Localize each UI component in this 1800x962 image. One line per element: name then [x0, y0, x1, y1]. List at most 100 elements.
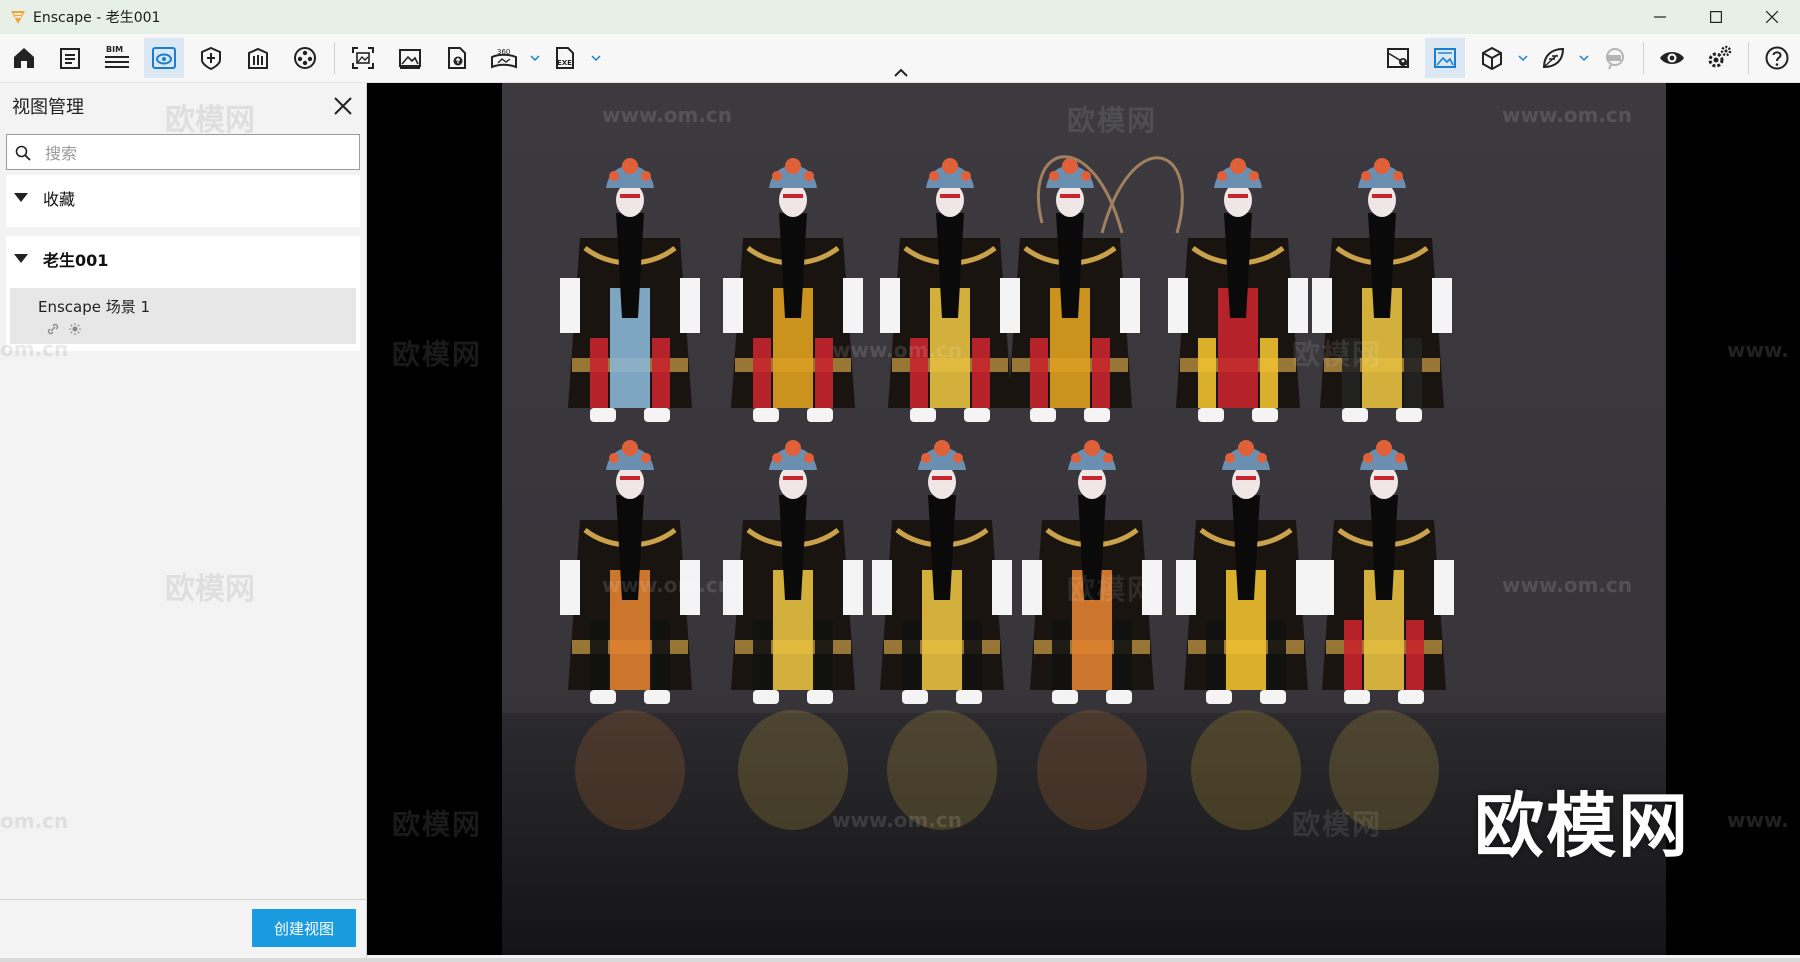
image-icon	[399, 49, 421, 69]
watermark-brand: 欧模网	[1292, 808, 1383, 841]
home-button[interactable]	[4, 38, 44, 78]
large-watermark-brand: 欧模网	[1474, 785, 1690, 867]
views-group-label: 老生001	[43, 251, 109, 270]
collapse-toolbar-chevron-icon[interactable]	[893, 68, 909, 78]
watermark-url: www.	[1727, 808, 1789, 832]
window-controls	[1632, 0, 1800, 34]
help-question-icon	[1765, 46, 1789, 70]
eye-icon	[1660, 52, 1684, 64]
minimize-icon	[1654, 16, 1666, 18]
web-standalone-button[interactable]	[437, 38, 477, 78]
opera-figure	[560, 440, 700, 830]
opera-figure	[723, 158, 863, 422]
close-panel-icon[interactable]	[332, 95, 354, 117]
views-group-section: 老生001 Enscape 场景 1	[6, 236, 360, 351]
view-manager-panel: 视图管理 收藏 老生001 Enscape 场景 1 欧模网 欧模网 om.cn…	[0, 83, 367, 958]
panel-watermark: om.cn	[0, 337, 69, 361]
search-icon	[15, 145, 31, 161]
view-management-button[interactable]	[144, 38, 184, 78]
title-bar: Enscape - 老生001	[0, 0, 1800, 34]
screenshot-button[interactable]	[343, 38, 383, 78]
vr-headset-button[interactable]	[1594, 38, 1634, 78]
video-editor-button[interactable]	[285, 38, 325, 78]
search-input[interactable]	[43, 138, 347, 168]
panorama-button[interactable]: 360	[484, 38, 524, 78]
panel-watermark: om.cn	[0, 809, 69, 833]
panel-title: 视图管理	[12, 97, 84, 118]
watermark-url: www.om.cn	[1502, 103, 1633, 127]
leaf-icon	[1542, 47, 1565, 69]
opera-figure	[1000, 158, 1140, 422]
toolbar-separator	[1643, 42, 1644, 74]
atmosphere-dropdown-chevron-icon[interactable]	[1579, 54, 1589, 62]
expand-triangle-icon	[14, 193, 28, 202]
shield-asset-icon	[201, 46, 221, 71]
asset-library-button[interactable]	[191, 38, 231, 78]
bim-icon: BIM	[105, 45, 129, 68]
opera-figure	[560, 158, 700, 422]
sun-icon	[69, 323, 81, 335]
favorites-section: 收藏	[6, 175, 360, 227]
watermark-url: www.om.cn	[602, 103, 733, 127]
live-view-button[interactable]	[1652, 38, 1692, 78]
export-dropdown-chevron-icon[interactable]	[591, 54, 601, 62]
settings-button[interactable]	[1699, 38, 1739, 78]
favorites-label: 收藏	[43, 190, 76, 209]
view-mode-dropdown-chevron-icon[interactable]	[1518, 54, 1528, 62]
export-exe-button[interactable]: EXE	[545, 38, 585, 78]
window-title: Enscape - 老生001	[33, 10, 161, 26]
project-info-button[interactable]	[50, 38, 90, 78]
view-item-label: Enscape 场景 1	[38, 298, 151, 316]
atmosphere-button[interactable]	[1533, 38, 1573, 78]
map-pin-icon	[1387, 48, 1409, 68]
watermark-brand: 欧模网	[392, 338, 483, 371]
cube-icon	[1482, 46, 1502, 71]
toolbar-separator	[1748, 42, 1749, 74]
bim-button[interactable]: BIM	[97, 38, 137, 78]
expand-triangle-icon	[14, 254, 28, 263]
opera-figure	[872, 440, 1012, 830]
panorama-360-icon: 360	[491, 48, 517, 69]
watermark-url: www.om.cn	[832, 808, 963, 832]
watermark-url: www.om.cn	[832, 338, 963, 362]
screenshot-icon	[352, 47, 374, 69]
help-button[interactable]	[1757, 38, 1797, 78]
views-group-header[interactable]: 老生001	[6, 236, 360, 282]
document-upload-icon	[448, 47, 466, 69]
favorites-header[interactable]: 收藏	[6, 175, 360, 221]
gears-icon	[1708, 45, 1732, 68]
watermark-brand: 欧模网	[1067, 573, 1158, 606]
materials-button[interactable]	[238, 38, 278, 78]
search-field	[6, 134, 360, 170]
view-mode-button[interactable]	[1472, 38, 1512, 78]
opera-figure	[723, 440, 863, 830]
toolbar-separator	[334, 42, 335, 74]
window-bottom-edge	[0, 958, 1800, 962]
view-item-scene-1[interactable]: Enscape 场景 1	[10, 288, 356, 344]
svg-text:BIM: BIM	[106, 45, 123, 54]
film-reel-icon	[294, 47, 316, 69]
panorama-dropdown-chevron-icon[interactable]	[530, 54, 540, 62]
svg-text:EXE: EXE	[557, 59, 572, 67]
vr-headset-icon	[1606, 48, 1624, 70]
view-eye-icon	[152, 47, 176, 69]
panel-watermark: 欧模网	[165, 572, 255, 607]
batch-render-button[interactable]	[390, 38, 430, 78]
visual-settings-button[interactable]	[1425, 38, 1465, 78]
close-window-button[interactable]	[1744, 0, 1800, 34]
exe-file-icon: EXE	[556, 47, 574, 69]
watermark-brand: 欧模网	[1292, 338, 1383, 371]
maximize-button[interactable]	[1688, 0, 1744, 34]
opera-figure	[1314, 440, 1454, 830]
watermark-brand: 欧模网	[392, 808, 483, 841]
minimize-button[interactable]	[1632, 0, 1688, 34]
minimap-button[interactable]	[1378, 38, 1418, 78]
landscape-image-icon	[1434, 48, 1456, 68]
opera-figure	[1022, 440, 1162, 830]
panel-watermark: 欧模网	[165, 103, 255, 138]
enscape-logo-icon	[11, 11, 25, 24]
watermark-url: www.	[1727, 338, 1789, 362]
opera-figure	[1168, 158, 1308, 422]
watermark-brand: 欧模网	[1067, 104, 1158, 137]
create-view-button[interactable]: 创建视图	[252, 909, 356, 947]
